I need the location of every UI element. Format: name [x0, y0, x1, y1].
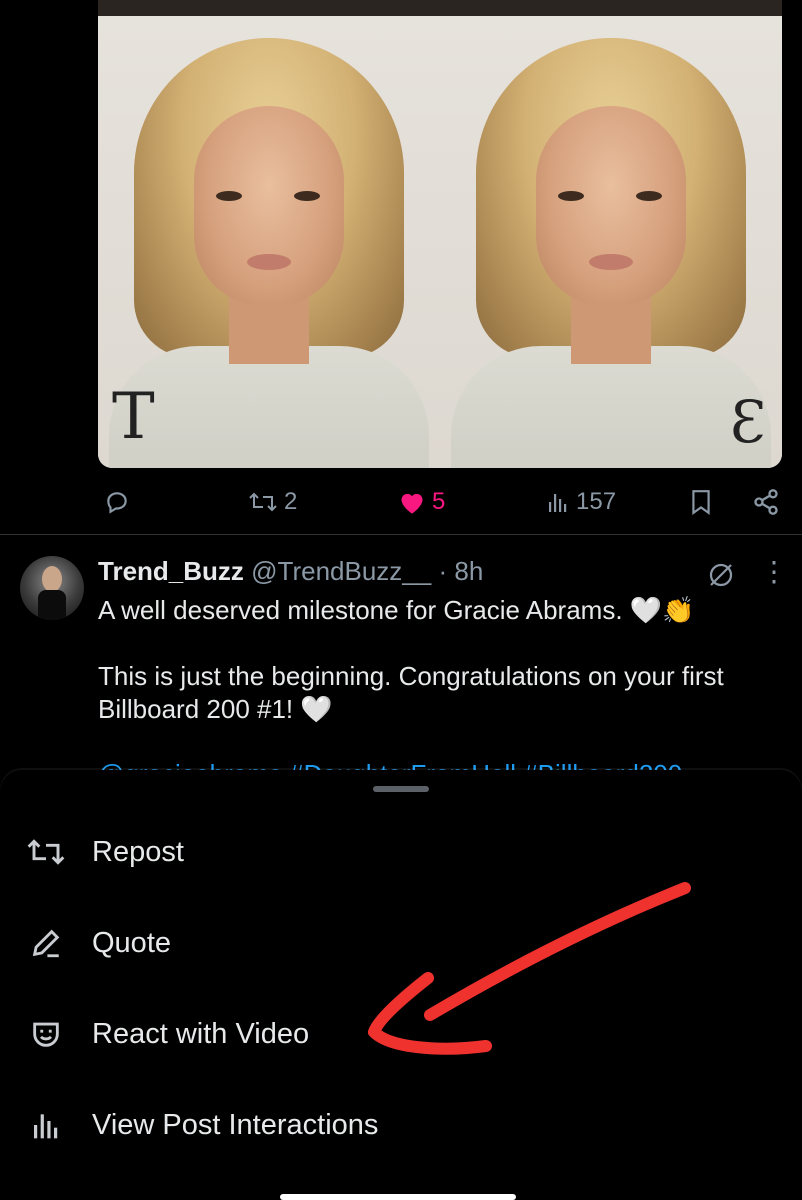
time-separator: · [438, 556, 448, 586]
menu-item-view-post-interactions[interactable]: View Post Interactions [0, 1085, 802, 1165]
post-header: Trend_Buzz @TrendBuzz__ · 8h [98, 556, 483, 587]
grok-icon [709, 563, 733, 587]
menu-item-repost[interactable]: Repost [0, 812, 802, 892]
post-action-bar: 2 5 157 [98, 484, 788, 520]
post-text-line-2: This is just the beginning. Congratulati… [98, 661, 724, 724]
views-button[interactable]: 157 [546, 488, 616, 516]
post-time: 8h [454, 556, 484, 586]
repost-icon [26, 832, 66, 872]
repost-button[interactable]: 2 [248, 488, 297, 516]
post-divider [0, 534, 802, 535]
repost-options-sheet: Repost Quote React with Video View Post … [0, 770, 802, 1200]
menu-item-label: React with Video [92, 1017, 310, 1050]
author-name[interactable]: Trend_Buzz [98, 556, 244, 586]
bar-chart-icon [26, 1105, 66, 1145]
letter-t: T [112, 380, 155, 454]
avatar[interactable] [20, 556, 84, 620]
bookmark-button[interactable] [690, 489, 712, 515]
sheet-grabber[interactable] [373, 786, 429, 792]
menu-item-label: View Post Interactions [92, 1108, 379, 1141]
menu-item-react-with-video[interactable]: React with Video [0, 994, 802, 1074]
pencil-icon [26, 923, 66, 963]
like-count: 5 [432, 488, 446, 515]
post-media-image[interactable]: T Ɛ [98, 0, 782, 468]
reply-icon [107, 492, 127, 514]
repost-count: 2 [284, 488, 298, 515]
repost-icon [249, 492, 277, 512]
photo-right: Ɛ [440, 16, 782, 468]
menu-item-label: Repost [92, 835, 184, 868]
post-trend-buzz[interactable]: Trend_Buzz @TrendBuzz__ · 8h ⋮ A well de… [0, 550, 802, 790]
theater-mask-icon [26, 1014, 66, 1054]
letter-e: Ɛ [729, 388, 766, 456]
post-text-line-1: A well deserved milestone for Gracie Abr… [98, 595, 695, 625]
reply-button[interactable] [104, 489, 130, 515]
author-handle[interactable]: @TrendBuzz__ [251, 556, 431, 586]
views-icon [549, 494, 567, 512]
home-indicator [280, 1194, 516, 1200]
like-button[interactable]: 5 [398, 488, 445, 516]
share-icon [754, 489, 778, 515]
menu-item-label: Quote [92, 926, 171, 959]
menu-item-quote[interactable]: Quote [0, 903, 802, 983]
more-options-icon[interactable]: ⋮ [760, 558, 788, 586]
media-top-strip [98, 0, 782, 16]
heart-filled-icon [401, 493, 423, 514]
screen: T Ɛ 2 5 157 Trend_Buzz @TrendBuzz__ · 8h… [0, 0, 802, 1200]
photo-left: T [98, 16, 440, 468]
grok-button[interactable] [706, 560, 736, 595]
post-text: A well deserved milestone for Gracie Abr… [98, 594, 778, 726]
views-count: 157 [576, 488, 617, 515]
share-button[interactable] [752, 488, 780, 516]
bookmark-icon [692, 490, 710, 515]
